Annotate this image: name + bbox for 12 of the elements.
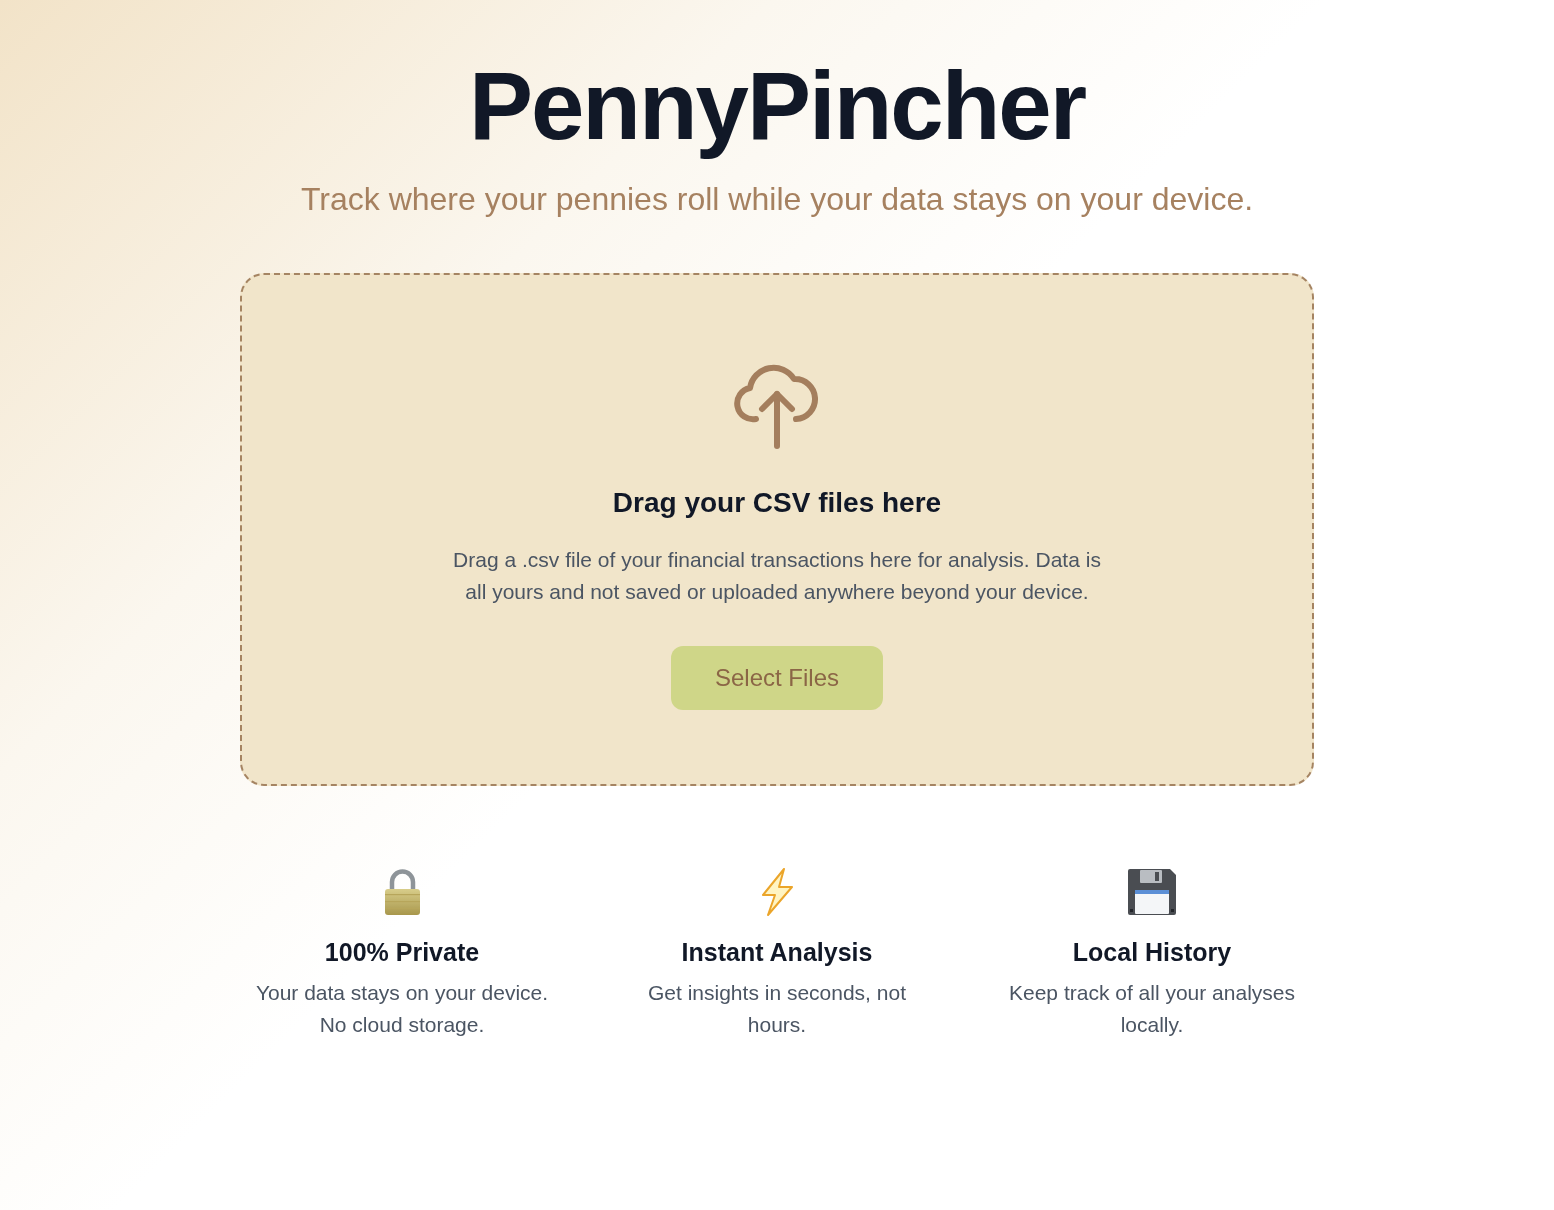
- feature-description: Keep track of all your analyses locally.: [1008, 980, 1296, 1038]
- feature-title: Local History: [1072, 937, 1232, 968]
- lock-icon: [383, 868, 421, 916]
- drop-zone-heading: Drag your CSV files here: [612, 486, 942, 520]
- tagline: Track where your pennies roll while your data stays on your device.: [300, 180, 1254, 219]
- feature-title: Instant Analysis: [681, 937, 873, 968]
- app-title: PennyPincher: [468, 53, 1086, 159]
- feature-description: Your data stays on your device. No cloud storage.: [254, 980, 550, 1038]
- drop-zone[interactable]: Drag your CSV files here Drag a .csv file of your financial transactions here for analysis. Data is all yours and not saved or uploaded anywhere beyond your device. Select Files: [240, 273, 1314, 786]
- drop-zone-description: Drag a .csv file of your financial transactions here for analysis. Data is all yours and not saved or uploaded anywhere beyond your device.: [452, 547, 1102, 605]
- feature-title: 100% Private: [324, 937, 480, 968]
- feature-description: Get insights in seconds, not hours.: [647, 980, 907, 1038]
